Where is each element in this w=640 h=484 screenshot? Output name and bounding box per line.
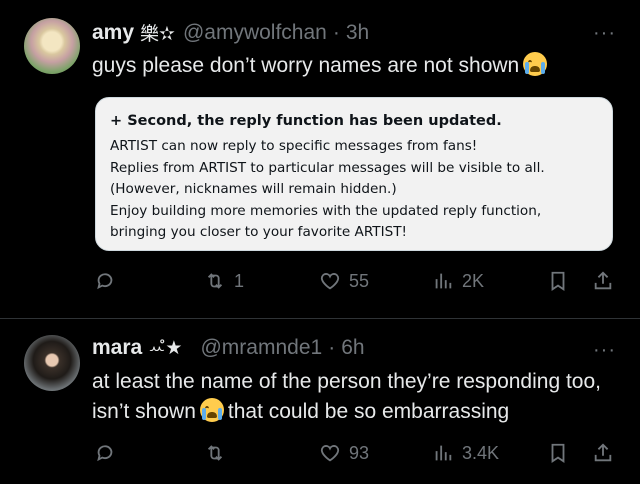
post-header: amy 樂✫ @amywolfchan · 3h — [92, 19, 369, 46]
post-text-end: that could be so embarrassing — [227, 400, 510, 423]
share-button[interactable] — [592, 270, 614, 292]
announcement-line: Enjoy building more memories with the up… — [110, 202, 542, 241]
quoted-announcement-image[interactable]: + Second, the reply function has been up… — [95, 97, 613, 251]
more-options-icon[interactable]: ··· — [593, 22, 616, 45]
announcement-line: Replies from ARTIST to particular messag… — [110, 159, 545, 176]
action-bar: 93 3.4K — [92, 442, 622, 472]
more-options-icon[interactable]: ··· — [593, 339, 616, 362]
post-text: guys please don’t worry names are not sh… — [92, 51, 551, 81]
repost-icon — [207, 445, 223, 461]
post-header: mara ꕀ̊★ @mramnde1 · 6h — [92, 336, 365, 360]
avatar[interactable] — [24, 18, 80, 74]
display-name[interactable]: mara — [92, 336, 142, 360]
separator-dot: · — [332, 20, 340, 44]
timestamp[interactable]: 3h — [346, 21, 369, 45]
reply-icon — [97, 273, 113, 290]
reply-button[interactable] — [94, 442, 124, 464]
view-count: 3.4K — [462, 442, 500, 463]
repost-icon — [207, 273, 223, 289]
views-button[interactable]: 3.4K — [432, 442, 499, 464]
post-mara[interactable]: mara ꕀ̊★ @mramnde1 · 6h ··· at least the… — [0, 319, 640, 484]
avatar[interactable] — [24, 335, 80, 391]
bookmark-button[interactable] — [547, 442, 569, 464]
share-icon — [594, 271, 612, 290]
bookmark-icon — [551, 443, 565, 463]
heart-icon — [320, 445, 340, 462]
repost-button[interactable] — [204, 442, 234, 464]
repost-count: 1 — [234, 270, 245, 291]
reply-button[interactable] — [94, 270, 124, 292]
bar-chart-icon — [435, 273, 452, 289]
timestamp[interactable]: 6h — [341, 336, 364, 360]
repost-button[interactable]: 1 — [204, 270, 244, 292]
separator-dot: · — [328, 336, 336, 359]
user-handle[interactable]: @mramnde1 — [200, 336, 322, 360]
announcement-line: (However, nicknames will remain hidden.) — [110, 181, 397, 197]
bar-chart-icon — [435, 445, 452, 461]
crying-face-icon — [199, 398, 224, 422]
reply-icon — [97, 445, 113, 462]
user-handle[interactable]: @amywolfchan — [183, 21, 327, 45]
post-amy[interactable]: amy 樂✫ @amywolfchan · 3h ··· guys please… — [0, 0, 640, 318]
post-text: at least the name of the person they’re … — [92, 367, 612, 427]
like-count: 55 — [349, 270, 370, 291]
announcement-line: ARTIST can now reply to specific message… — [110, 138, 478, 154]
bookmark-icon — [551, 271, 565, 291]
announcement-body: ARTIST can now reply to specific message… — [110, 136, 598, 244]
name-decoration: ꕀ̊★ — [148, 337, 183, 359]
heart-icon — [320, 273, 340, 290]
like-button[interactable]: 93 — [319, 442, 369, 464]
announcement-heading: + Second, the reply function has been up… — [110, 113, 502, 129]
action-bar: 1 55 2K — [92, 270, 622, 300]
views-button[interactable]: 2K — [432, 270, 484, 292]
share-button[interactable] — [592, 442, 614, 464]
crying-face-icon — [523, 52, 548, 76]
like-button[interactable]: 55 — [319, 270, 369, 292]
view-count: 2K — [462, 270, 485, 291]
share-icon — [594, 443, 612, 462]
name-decoration: 樂✫ — [140, 24, 175, 45]
bookmark-button[interactable] — [547, 270, 569, 292]
post-text-main: guys please don’t worry names are not sh… — [92, 54, 520, 77]
display-name[interactable]: amy — [92, 21, 134, 45]
like-count: 93 — [349, 442, 370, 463]
